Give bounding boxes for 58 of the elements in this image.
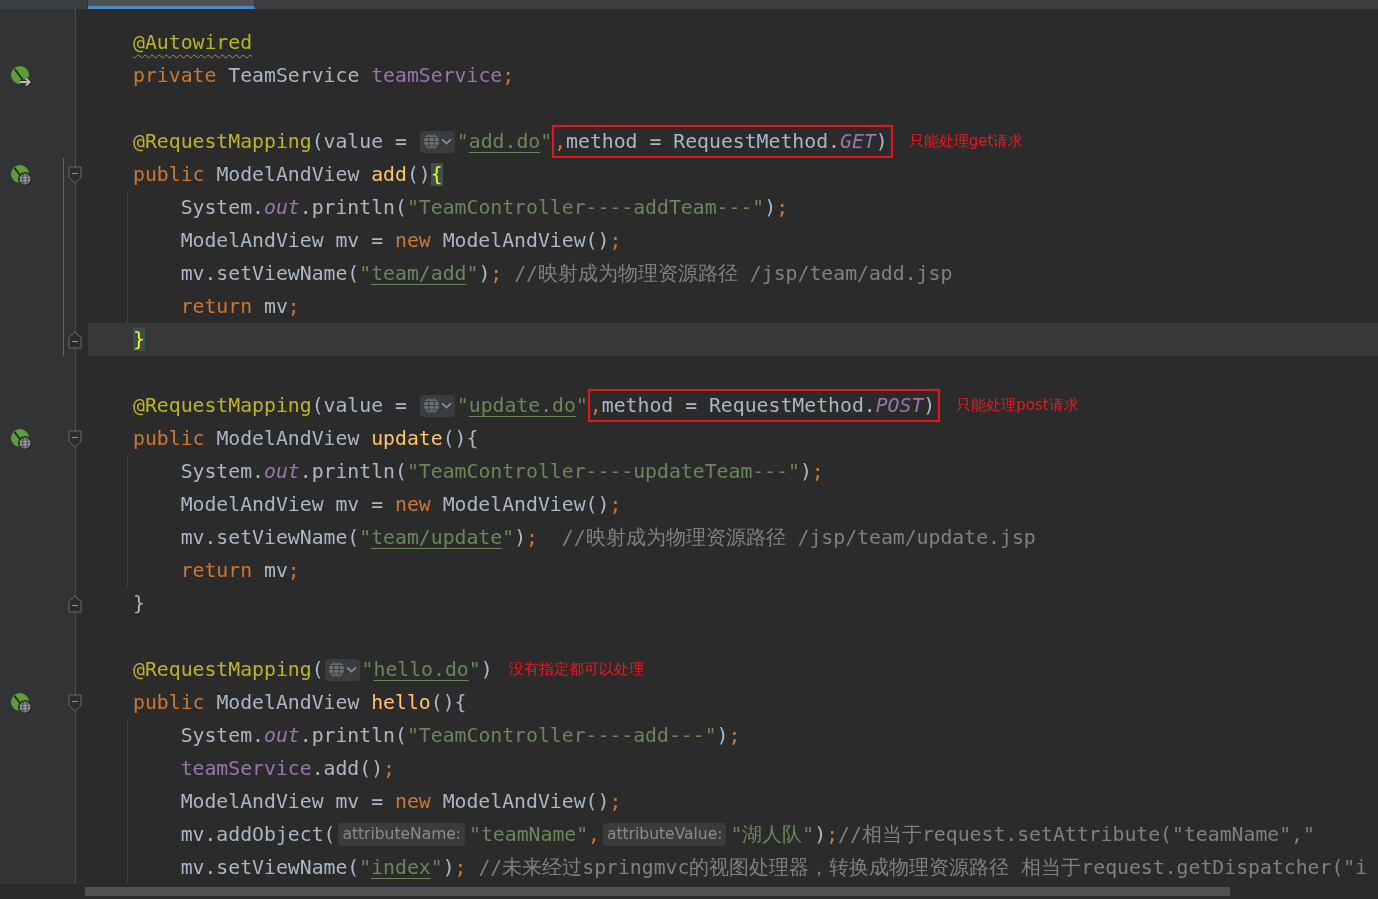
code-text: public ModelAndView update(){ (133, 426, 479, 452)
code-text: "hello.do") (361, 657, 493, 683)
globe-dropdown-icon[interactable] (324, 658, 360, 681)
parameter-hint: attributeName: (338, 823, 465, 846)
code-text: System.out.println("TeamController----addTeam---"); (180, 195, 789, 221)
url-link[interactable]: team/update (371, 526, 503, 549)
leaf-globe-icon[interactable] (10, 427, 32, 450)
code-text: System.out.println("TeamController----updateTeam---"); (180, 459, 824, 485)
code-text: @RequestMapping(value = (133, 129, 408, 155)
code-text: ModelAndView mv = new ModelAndView(); (180, 228, 622, 254)
code-text: public ModelAndView add(){ (133, 162, 443, 188)
code-text: "湖人队"); (730, 822, 839, 848)
code-text: "teamName", (469, 822, 601, 848)
globe-dropdown-icon[interactable] (419, 394, 455, 417)
code-text: mv.setViewName("team/update"); (180, 525, 538, 551)
code-text: ModelAndView mv = new ModelAndView(); (180, 492, 622, 518)
code-text: ,method = RequestMethod.POST) (589, 393, 936, 419)
code-comment: //映射成为物理资源路径 /jsp/team/add.jsp (513, 261, 953, 287)
code-text: } (133, 327, 145, 353)
leaf-globe-icon[interactable] (10, 163, 32, 186)
code-comment: //映射成为物理资源路径 /jsp/team/update.jsp (560, 525, 1036, 551)
code-comment: //未来经过springmvc的视图处理器，转换成物理资源路径 相当于request.getDispatcher("i (477, 855, 1368, 881)
parameter-hint: attributeValue: (603, 823, 727, 846)
code-text: "update.do" (456, 393, 588, 419)
code-text: "add.do" (456, 129, 553, 155)
url-link[interactable]: team/add (371, 262, 467, 285)
fold-start-icon[interactable] (68, 165, 82, 184)
fold-start-icon[interactable] (68, 693, 82, 712)
editor-tab[interactable] (88, 0, 255, 9)
leaf-globe-icon[interactable] (10, 691, 32, 714)
fold-start-icon[interactable] (68, 429, 82, 448)
code-text: return mv; (180, 558, 300, 584)
annotation-note: 只能处理get请求 (908, 132, 1024, 151)
code-text: public ModelAndView hello(){ (133, 690, 467, 716)
code-text: teamService.add(); (180, 756, 396, 782)
fold-end-icon[interactable] (68, 330, 82, 349)
code-text: return mv; (180, 294, 300, 320)
code-text: mv.setViewName("index"); (180, 855, 467, 881)
code-text: System.out.println("TeamController----add---"); (180, 723, 741, 749)
url-link[interactable]: update.do (468, 394, 576, 417)
annotation-note: 只能处理post请求 (956, 396, 1079, 415)
annotation-note: 没有指定都可以处理 (508, 660, 644, 679)
fold-end-icon[interactable] (68, 594, 82, 613)
code-text: ModelAndView mv = new ModelAndView(); (180, 789, 622, 815)
code-text: @RequestMapping( (133, 657, 324, 683)
url-link[interactable]: index (371, 856, 431, 879)
url-link[interactable]: add.do (468, 130, 541, 153)
code-text: @Autowired (133, 30, 253, 56)
code-text: } (133, 591, 145, 617)
url-link[interactable]: hello.do (373, 658, 469, 681)
code-text: private TeamService teamService; (133, 63, 515, 89)
code-text: @RequestMapping(value = (133, 393, 408, 419)
globe-dropdown-icon[interactable] (419, 130, 455, 153)
scrollbar-thumb[interactable] (85, 887, 1230, 896)
code-comment: //相当于request.setAttribute("teamName"," (838, 822, 1315, 848)
code-text: mv.addObject( (180, 822, 336, 848)
code-text: mv.setViewName("team/add"); (180, 261, 503, 287)
code-text: ,method = RequestMethod.GET) (554, 129, 888, 155)
